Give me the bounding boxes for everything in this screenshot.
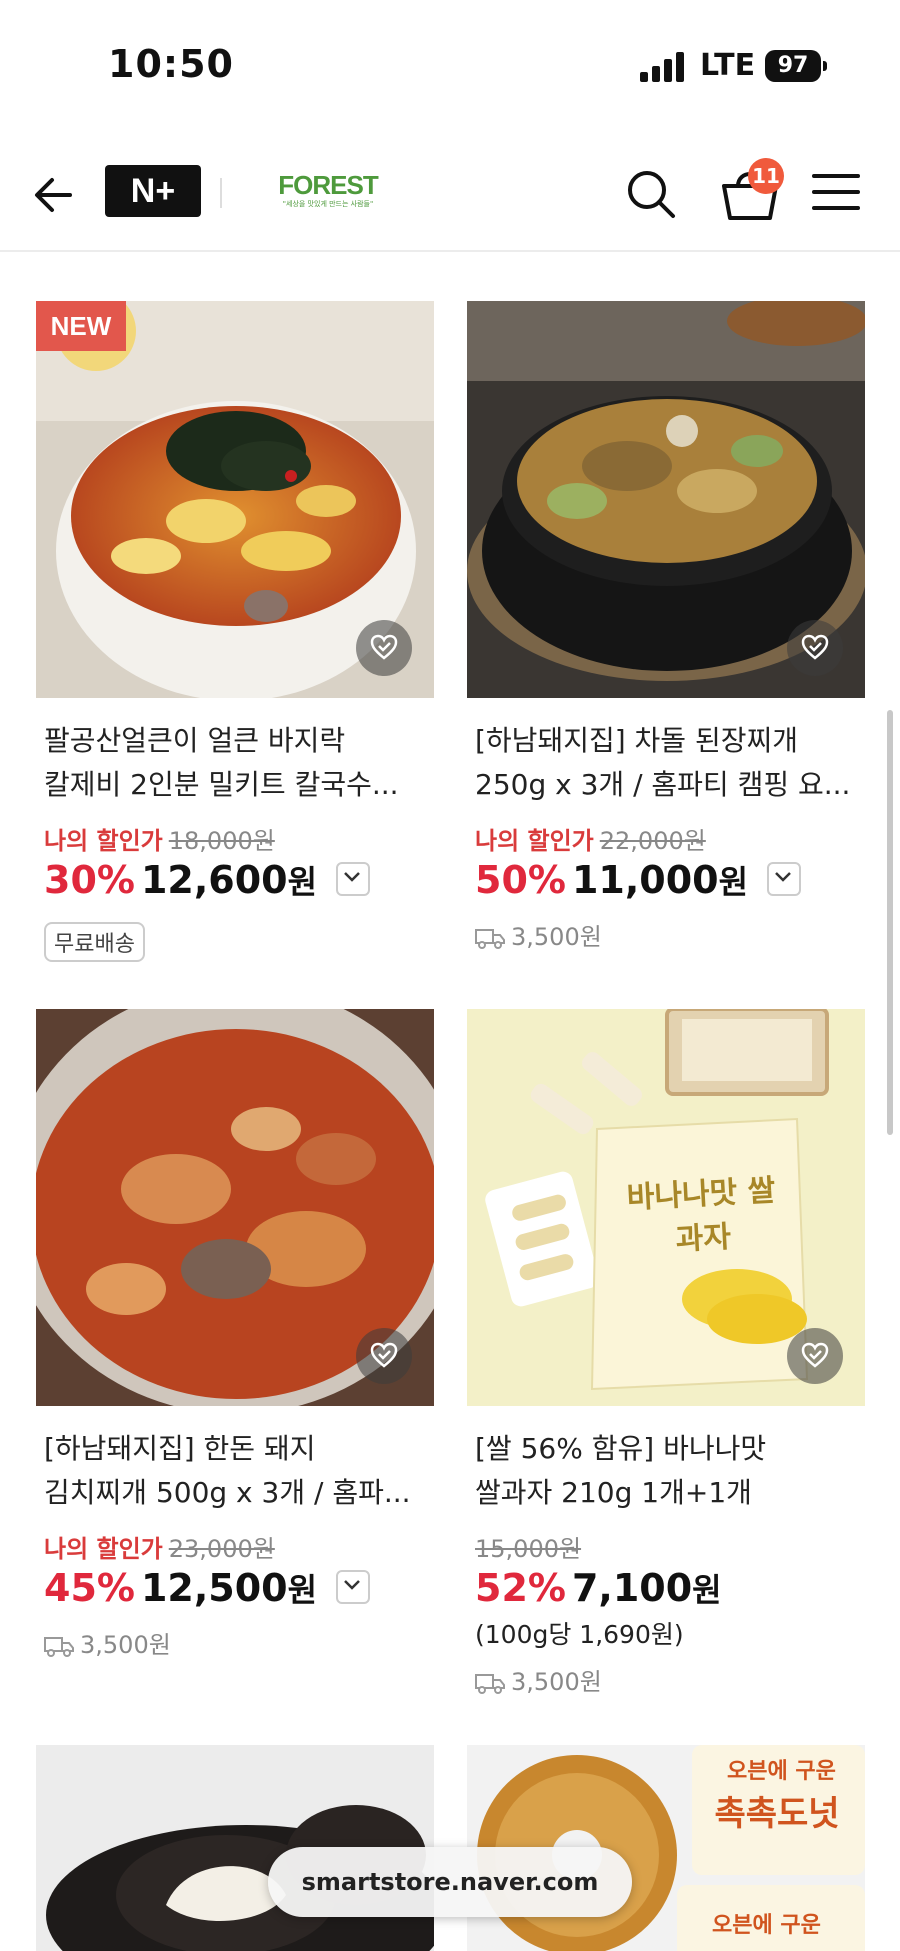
discount-percent: 50% (475, 858, 566, 902)
chevron-down-icon (344, 871, 361, 882)
heart-check-icon (801, 1342, 829, 1368)
product-title[interactable]: 팔공산얼큰이 얼큰 바지락 칼제비 2인분 밀키트 칼국수... (44, 719, 429, 807)
original-price-row: 15,000원 (475, 1529, 581, 1564)
shipping-fee: 3,500원 (80, 1631, 171, 1659)
product-card[interactable]: NEW 팔공산얼큰이 얼큰 바지락 칼제비 2인분 밀키트 칼국수... 나의 … (36, 301, 434, 971)
product-title-line2: 김치찌개 500g x 3개 / 홈파... (44, 1476, 411, 1509)
product-title-line2: 250g x 3개 / 홈파티 캠핑 요... (475, 768, 851, 801)
price-detail-dropdown[interactable] (767, 861, 802, 896)
network-type: LTE (700, 48, 756, 83)
cart-count-badge: 11 (748, 158, 784, 194)
free-shipping-tag: 무료배송 (44, 922, 145, 962)
chevron-down-icon (775, 871, 792, 882)
sale-price: 12,500 (140, 1566, 288, 1610)
truck-icon (475, 929, 505, 949)
scrollbar[interactable] (887, 710, 893, 1135)
price-row: 30% 12,600원 (44, 857, 371, 903)
shipping-fee-row: 3,500원 (475, 1662, 602, 1697)
shipping-fee: 3,500원 (511, 923, 602, 951)
search-icon[interactable] (625, 168, 677, 220)
heart-check-icon (370, 1342, 398, 1368)
package-label-bottom: 오븐에 구운 (712, 1913, 821, 1938)
product-card[interactable]: 바나나맛 쌀과자 [쌀 56% 함유] 바나나맛 쌀과자 210g 1개+1개 … (467, 1009, 865, 1709)
my-discount-label: 나의 할인가 (475, 827, 594, 855)
discount-percent: 52% (475, 1566, 566, 1610)
new-badge: NEW (36, 301, 126, 351)
currency: 원 (287, 1571, 318, 1609)
store-logo-text: FOREST (278, 170, 378, 200)
package-label-top: 오븐에 구운 (727, 1759, 836, 1784)
price-row: 52% 7,100원 (475, 1565, 722, 1611)
unit-price: (100g당 1,690원) (475, 1620, 684, 1649)
product-image-kimchi-jjigae[interactable] (36, 1009, 434, 1406)
product-title[interactable]: [하남돼지집] 차돌 된장찌개 250g x 3개 / 홈파티 캠핑 요... (475, 719, 860, 807)
product-title[interactable]: [하남돼지집] 한돈 돼지 김치찌개 500g x 3개 / 홈파... (44, 1427, 429, 1515)
currency: 원 (287, 863, 318, 901)
signal-icon (640, 52, 688, 82)
product-title[interactable]: [쌀 56% 함유] 바나나맛 쌀과자 210g 1개+1개 (475, 1427, 860, 1515)
store-logo[interactable]: FOREST "세상을 맛있게 만드는 사람들" (268, 170, 388, 209)
product-title-line1: 팔공산얼큰이 얼큰 바지락 (44, 724, 346, 757)
header-divider (220, 178, 222, 208)
sale-price: 12,600 (140, 858, 288, 902)
truck-icon (475, 1674, 505, 1694)
url-bar[interactable]: smartstore.naver.com (268, 1847, 632, 1917)
original-price-row: 나의 할인가 22,000원 (475, 821, 706, 856)
wishlist-button[interactable] (787, 1328, 843, 1384)
product-image-chadol-doenjang[interactable] (467, 301, 865, 698)
sale-price: 7,100 (571, 1566, 693, 1610)
wishlist-button[interactable] (356, 620, 412, 676)
sale-price: 11,000 (571, 858, 719, 902)
status-bar: 10:50 LTE 97 (0, 0, 900, 120)
shipping-fee-row: 3,500원 (475, 917, 602, 952)
shipping-fee-row: 3,500원 (44, 1625, 171, 1660)
battery-icon: 97 (765, 50, 827, 82)
naver-plus-badge[interactable]: N+ (105, 165, 201, 217)
my-discount-label: 나의 할인가 (44, 1535, 163, 1563)
price-detail-dropdown[interactable] (336, 1569, 371, 1604)
package-label: 바나나맛 쌀과자 (625, 1173, 777, 1258)
chevron-down-icon (344, 1579, 361, 1590)
original-price-row: 나의 할인가 23,000원 (44, 1529, 275, 1564)
original-price: 15,000원 (475, 1535, 582, 1563)
heart-check-icon (801, 634, 829, 660)
truck-icon (44, 1637, 74, 1657)
product-title-line1: [쌀 56% 함유] 바나나맛 (475, 1432, 767, 1465)
price-detail-dropdown[interactable] (336, 861, 371, 896)
price-row: 50% 11,000원 (475, 857, 802, 903)
my-discount-label: 나의 할인가 (44, 827, 163, 855)
store-header: N+ FOREST "세상을 맛있게 만드는 사람들" 11 (0, 140, 900, 252)
product-title-line1: [하남돼지집] 한돈 돼지 (44, 1432, 316, 1465)
heart-check-icon (370, 634, 398, 660)
product-card[interactable]: [하남돼지집] 한돈 돼지 김치찌개 500g x 3개 / 홈파... 나의 … (36, 1009, 434, 1709)
discount-percent: 30% (44, 858, 135, 902)
currency: 원 (692, 1571, 722, 1609)
product-image-bajirak-kaljebi[interactable]: NEW (36, 301, 434, 698)
currency: 원 (718, 863, 749, 901)
store-logo-tagline: "세상을 맛있게 만드는 사람들" (282, 200, 374, 208)
original-price: 23,000원 (168, 1535, 275, 1563)
discount-percent: 45% (44, 1566, 135, 1610)
product-card[interactable]: [하남돼지집] 차돌 된장찌개 250g x 3개 / 홈파티 캠핑 요... … (467, 301, 865, 971)
status-time: 10:50 (108, 42, 234, 86)
shipping-fee: 3,500원 (511, 1668, 602, 1696)
product-title-line1: [하남돼지집] 차돌 된장찌개 (475, 724, 799, 757)
price-row: 45% 12,500원 (44, 1565, 371, 1611)
wishlist-button[interactable] (787, 620, 843, 676)
product-title-line2: 쌀과자 210g 1개+1개 (475, 1476, 752, 1509)
original-price: 22,000원 (599, 827, 706, 855)
original-price-row: 나의 할인가 18,000원 (44, 821, 275, 856)
menu-icon[interactable] (812, 170, 860, 214)
back-arrow-icon[interactable] (30, 170, 80, 220)
svg-text:촉촉도넛: 촉촉도넛 (714, 1794, 839, 1834)
wishlist-button[interactable] (356, 1328, 412, 1384)
product-image-banana-rice-cracker[interactable]: 바나나맛 쌀과자 (467, 1009, 865, 1406)
product-title-line2: 칼제비 2인분 밀키트 칼국수... (44, 768, 399, 801)
original-price: 18,000원 (168, 827, 275, 855)
